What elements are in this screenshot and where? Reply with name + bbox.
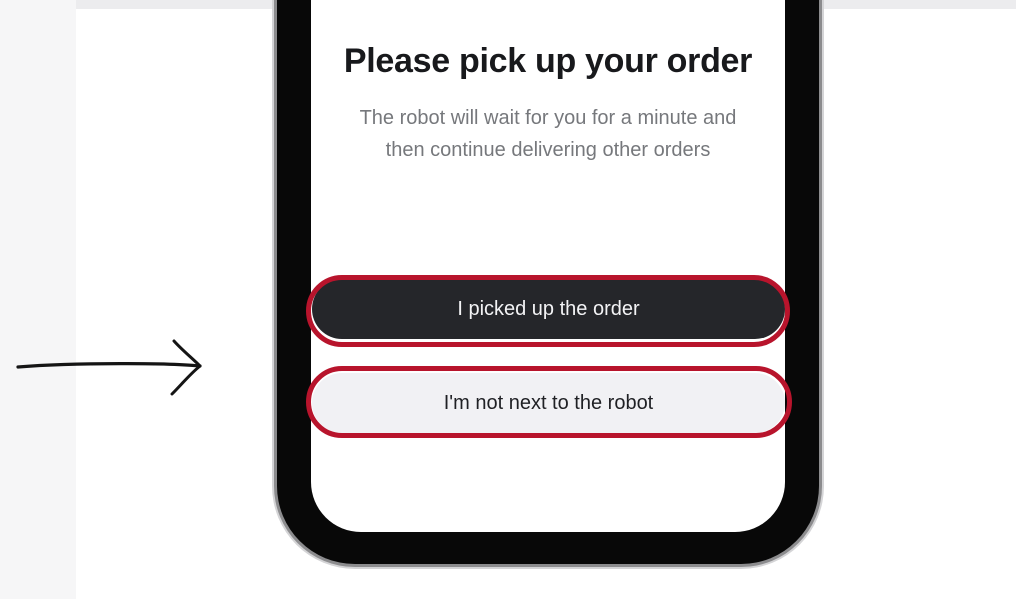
subtitle-line-1: The robot will wait for you for a minute… bbox=[359, 107, 737, 129]
page-title: Please pick up your order bbox=[343, 42, 753, 80]
picked-up-order-label: I picked up the order bbox=[457, 297, 640, 320]
not-next-to-robot-button[interactable]: I'm not next to the robot bbox=[312, 373, 785, 433]
screenshot-stage: Please pick up your order The robot will… bbox=[0, 0, 1016, 599]
left-background-panel bbox=[0, 0, 76, 599]
picked-up-order-button[interactable]: I picked up the order bbox=[312, 279, 785, 339]
hand-drawn-arrow-icon bbox=[16, 339, 202, 396]
phone-frame: Please pick up your order The robot will… bbox=[277, 0, 819, 564]
page-subtitle: The robot will wait for you for a minute… bbox=[331, 102, 765, 166]
not-next-to-robot-label: I'm not next to the robot bbox=[443, 391, 654, 414]
phone-screen: Please pick up your order The robot will… bbox=[311, 0, 785, 532]
subtitle-line-2: then continue delivering other orders bbox=[385, 139, 711, 161]
